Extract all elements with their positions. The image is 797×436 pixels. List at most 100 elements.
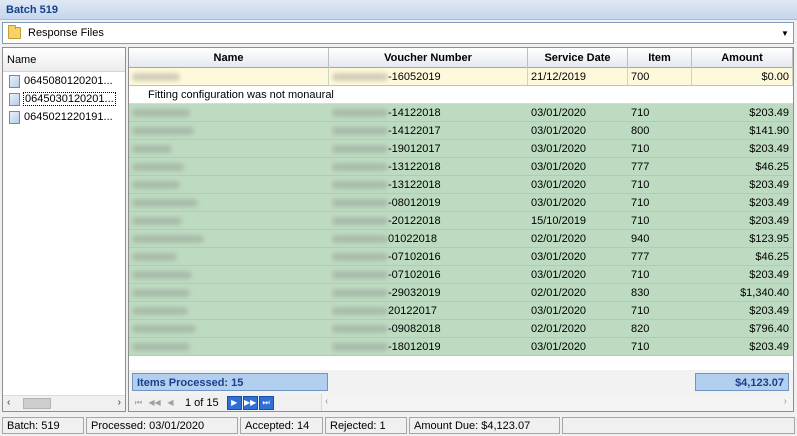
- column-header-item[interactable]: Item: [628, 48, 692, 68]
- item-cell[interactable]: 830: [628, 284, 692, 301]
- patient-name-cell[interactable]: [129, 338, 329, 355]
- table-row[interactable]: -29032019 02/01/2020 830 $1,340.40: [129, 284, 793, 302]
- table-row[interactable]: -19012017 03/01/2020 710 $203.49: [129, 140, 793, 158]
- date-cell[interactable]: 03/01/2020: [528, 338, 628, 355]
- table-row[interactable]: -07102016 03/01/2020 710 $203.49: [129, 266, 793, 284]
- first-page-icon[interactable]: ⏮: [131, 396, 146, 410]
- column-header-voucher[interactable]: Voucher Number: [329, 48, 528, 68]
- date-cell[interactable]: 03/01/2020: [528, 266, 628, 283]
- amount-cell[interactable]: $203.49: [692, 194, 793, 211]
- voucher-cell[interactable]: -18012019: [329, 338, 528, 355]
- date-cell[interactable]: 02/01/2020: [528, 284, 628, 301]
- column-header-service-date[interactable]: Service Date: [528, 48, 628, 68]
- item-cell[interactable]: 820: [628, 320, 692, 337]
- table-row[interactable]: -08012019 03/01/2020 710 $203.49: [129, 194, 793, 212]
- amount-cell[interactable]: $203.49: [692, 104, 793, 121]
- amount-cell[interactable]: $203.49: [692, 176, 793, 193]
- amount-cell[interactable]: $203.49: [692, 140, 793, 157]
- file-list-header[interactable]: Name: [3, 48, 125, 72]
- date-cell[interactable]: 03/01/2020: [528, 104, 628, 121]
- date-cell[interactable]: 03/01/2020: [528, 140, 628, 157]
- amount-cell[interactable]: $0.00: [692, 68, 793, 85]
- amount-cell[interactable]: $141.90: [692, 122, 793, 139]
- file-item[interactable]: 0645030120201...: [3, 90, 125, 108]
- item-cell[interactable]: 710: [628, 176, 692, 193]
- table-row[interactable]: -13122018 03/01/2020 777 $46.25: [129, 158, 793, 176]
- horizontal-scrollbar[interactable]: ‹ ›: [3, 395, 125, 411]
- last-page-icon[interactable]: ⏭: [258, 395, 274, 410]
- amount-cell[interactable]: $46.25: [692, 248, 793, 265]
- date-cell[interactable]: 03/01/2020: [528, 122, 628, 139]
- voucher-cell[interactable]: -16052019: [329, 68, 528, 85]
- scroll-right-icon[interactable]: ›: [118, 397, 121, 408]
- patient-name-cell[interactable]: [129, 302, 329, 319]
- voucher-cell[interactable]: -19012017: [329, 140, 528, 157]
- amount-cell[interactable]: $796.40: [692, 320, 793, 337]
- table-row[interactable]: 20122017 03/01/2020 710 $203.49: [129, 302, 793, 320]
- date-cell[interactable]: 03/01/2020: [528, 194, 628, 211]
- patient-name-cell[interactable]: [129, 176, 329, 193]
- date-cell[interactable]: 03/01/2020: [528, 248, 628, 265]
- voucher-cell[interactable]: 20122017: [329, 302, 528, 319]
- item-cell[interactable]: 710: [628, 212, 692, 229]
- voucher-cell[interactable]: -20122018: [329, 212, 528, 229]
- next-page-fast-icon[interactable]: ▶▶: [242, 395, 258, 410]
- voucher-cell[interactable]: -08012019: [329, 194, 528, 211]
- patient-name-cell[interactable]: [129, 320, 329, 337]
- item-cell[interactable]: 940: [628, 230, 692, 247]
- table-row[interactable]: -13122018 03/01/2020 710 $203.49: [129, 176, 793, 194]
- voucher-cell[interactable]: -14122017: [329, 122, 528, 139]
- file-item[interactable]: 0645080120201...: [3, 72, 125, 90]
- voucher-cell[interactable]: -07102016: [329, 248, 528, 265]
- date-cell[interactable]: 02/01/2020: [528, 320, 628, 337]
- voucher-cell[interactable]: -13122018: [329, 158, 528, 175]
- date-cell[interactable]: 03/01/2020: [528, 176, 628, 193]
- table-row[interactable]: 01022018 02/01/2020 940 $123.95: [129, 230, 793, 248]
- table-row[interactable]: -16052019 21/12/2019 700 $0.00: [129, 68, 793, 86]
- scroll-left-icon[interactable]: ‹: [7, 397, 10, 408]
- amount-cell[interactable]: $203.49: [692, 302, 793, 319]
- date-cell[interactable]: 15/10/2019: [528, 212, 628, 229]
- voucher-cell[interactable]: -13122018: [329, 176, 528, 193]
- table-row[interactable]: -20122018 15/10/2019 710 $203.49: [129, 212, 793, 230]
- item-cell[interactable]: 700: [628, 68, 692, 85]
- table-row[interactable]: -14122018 03/01/2020 710 $203.49: [129, 104, 793, 122]
- date-cell[interactable]: 21/12/2019: [528, 68, 628, 85]
- previous-page-fast-icon[interactable]: ◀◀: [147, 396, 162, 410]
- amount-cell[interactable]: $46.25: [692, 158, 793, 175]
- item-cell[interactable]: 710: [628, 104, 692, 121]
- item-cell[interactable]: 777: [628, 248, 692, 265]
- previous-page-icon[interactable]: ◀: [163, 396, 178, 410]
- file-item[interactable]: 0645021220191...: [3, 108, 125, 126]
- item-cell[interactable]: 710: [628, 266, 692, 283]
- voucher-cell[interactable]: -29032019: [329, 284, 528, 301]
- next-page-icon[interactable]: ▶: [226, 395, 242, 410]
- column-header-amount[interactable]: Amount: [692, 48, 793, 68]
- table-row[interactable]: -09082018 02/01/2020 820 $796.40: [129, 320, 793, 338]
- patient-name-cell[interactable]: [129, 104, 329, 121]
- voucher-cell[interactable]: -14122018: [329, 104, 528, 121]
- amount-cell[interactable]: $123.95: [692, 230, 793, 247]
- scroll-right-icon[interactable]: ›: [784, 396, 787, 407]
- response-files-dropdown[interactable]: Response Files ▼: [2, 22, 794, 44]
- patient-name-cell[interactable]: [129, 284, 329, 301]
- scroll-left-icon[interactable]: ‹: [325, 396, 328, 407]
- table-row[interactable]: -07102016 03/01/2020 777 $46.25: [129, 248, 793, 266]
- chevron-down-icon[interactable]: ▼: [777, 29, 793, 38]
- patient-name-cell[interactable]: [129, 122, 329, 139]
- item-cell[interactable]: 710: [628, 338, 692, 355]
- scrollbar-thumb[interactable]: [23, 398, 51, 409]
- amount-cell[interactable]: $1,340.40: [692, 284, 793, 301]
- amount-cell[interactable]: $203.49: [692, 338, 793, 355]
- table-row[interactable]: -18012019 03/01/2020 710 $203.49: [129, 338, 793, 356]
- patient-name-cell[interactable]: [129, 68, 329, 85]
- date-cell[interactable]: 03/01/2020: [528, 302, 628, 319]
- date-cell[interactable]: 03/01/2020: [528, 158, 628, 175]
- table-row[interactable]: -14122017 03/01/2020 800 $141.90: [129, 122, 793, 140]
- voucher-cell[interactable]: -09082018: [329, 320, 528, 337]
- patient-name-cell[interactable]: [129, 248, 329, 265]
- patient-name-cell[interactable]: [129, 194, 329, 211]
- voucher-cell[interactable]: -07102016: [329, 266, 528, 283]
- item-cell[interactable]: 710: [628, 302, 692, 319]
- amount-cell[interactable]: $203.49: [692, 212, 793, 229]
